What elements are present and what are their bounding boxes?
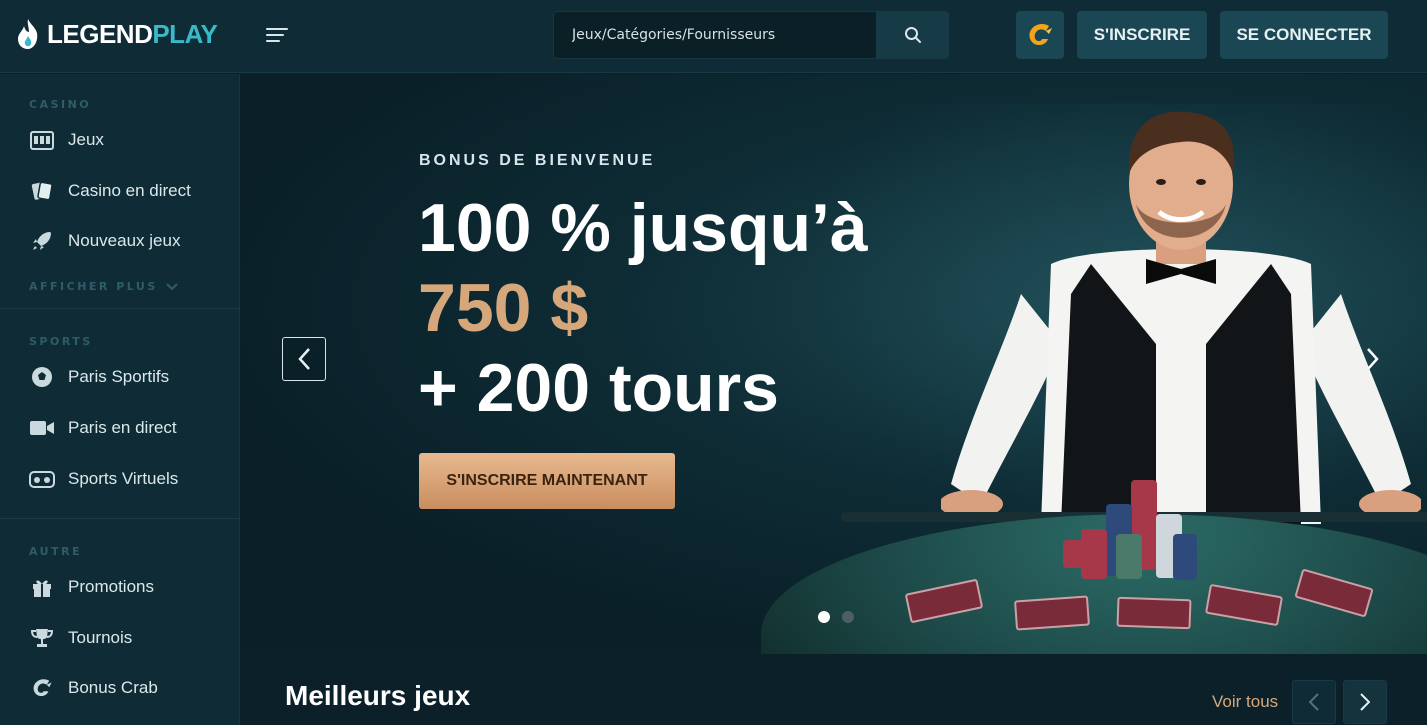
sidebar: CASINO Jeux Casino en direct Nouveaux je… [0, 74, 240, 725]
sidebar-item-games[interactable]: Jeux [0, 118, 239, 162]
sidebar-item-label: Paris Sportifs [68, 367, 170, 386]
sidebar-item-bonus-crab[interactable]: Bonus Crab [0, 666, 239, 710]
carousel-next-button[interactable] [1351, 337, 1395, 381]
top-games-section: Meilleurs jeux Voir tous [241, 654, 1427, 725]
sidebar-item-promotions[interactable]: Promotions [0, 565, 239, 609]
hero-headline: 100 % jusqu’à 750 $ + 200 tours [418, 188, 868, 428]
sidebar-item-label: Sports Virtuels [68, 469, 179, 488]
hero-line-3: + 200 tours [418, 350, 779, 426]
playing-cards-icon [29, 178, 55, 204]
signup-now-button[interactable]: S'INSCRIRE MAINTENANT [419, 453, 675, 509]
rocket-icon [29, 228, 55, 254]
games-prev-button[interactable] [1292, 680, 1336, 724]
sidebar-item-label: Bonus Crab [68, 678, 158, 697]
chevron-right-icon [1367, 348, 1379, 370]
signup-button[interactable]: S'INSCRIRE [1077, 11, 1207, 59]
sidebar-item-label: Casino en direct [68, 181, 191, 200]
video-camera-icon [29, 415, 55, 441]
menu-toggle-button[interactable] [266, 24, 292, 46]
trophy-icon [29, 625, 55, 651]
show-more-label: AFFICHER PLUS [29, 280, 158, 293]
chevron-down-icon [166, 282, 178, 290]
hero-banner: BONUS DE BIENVENUE 100 % jusqu’à 750 $ +… [241, 74, 1427, 654]
playing-card [1116, 596, 1192, 630]
brand-name: LEGENDPLAY [47, 18, 218, 49]
carousel-prev-button[interactable] [282, 337, 326, 381]
section-label-other: AUTRE [29, 545, 83, 558]
section-label-sports: SPORTS [29, 335, 93, 348]
sidebar-item-tournaments[interactable]: Tournois [0, 616, 239, 660]
search-button[interactable] [876, 11, 949, 59]
crab-claw-icon [29, 675, 55, 701]
sidebar-item-label: Tournois [68, 628, 133, 647]
games-next-button[interactable] [1343, 680, 1387, 724]
hero-line-1: 100 % jusqu’à [418, 190, 868, 266]
crab-claw-icon [1029, 24, 1052, 45]
see-all-link[interactable]: Voir tous [1212, 692, 1278, 712]
chevron-left-icon [1309, 693, 1319, 711]
dealer-illustration [941, 111, 1421, 524]
chevron-right-icon [1360, 693, 1370, 711]
slot-machine-icon [29, 127, 55, 153]
show-more-toggle[interactable]: AFFICHER PLUS [29, 280, 178, 293]
sidebar-item-live-casino[interactable]: Casino en direct [0, 169, 239, 213]
divider [0, 308, 239, 309]
sidebar-item-label: Promotions [68, 577, 154, 596]
sidebar-item-label: Paris en direct [68, 418, 177, 437]
gift-icon [29, 574, 55, 600]
chevron-left-icon [298, 348, 310, 370]
search-bar [553, 11, 949, 59]
hero-line-2: 750 $ [418, 270, 589, 346]
logo[interactable]: LEGENDPLAY [15, 16, 218, 52]
vr-headset-icon [29, 466, 55, 492]
search-input[interactable] [553, 11, 876, 59]
top-bar: LEGENDPLAY S'INSCRIRE SE CONNECTER [0, 0, 1427, 73]
carousel-dots [818, 611, 854, 623]
chip-stacks [1063, 480, 1197, 580]
sidebar-item-label: Nouveaux jeux [68, 231, 181, 250]
soccer-ball-icon [29, 364, 55, 390]
section-title: Meilleurs jeux [285, 680, 471, 711]
carousel-dot[interactable] [842, 611, 854, 623]
bonus-crab-button[interactable] [1016, 11, 1064, 59]
divider [0, 518, 239, 519]
hero-subtitle: BONUS DE BIENVENUE [419, 152, 656, 169]
sidebar-item-label: Jeux [68, 130, 104, 149]
sidebar-item-sports-betting[interactable]: Paris Sportifs [0, 355, 239, 399]
section-label-casino: CASINO [29, 98, 92, 111]
playing-card [1014, 595, 1090, 631]
carousel-dot[interactable] [818, 611, 830, 623]
sidebar-item-live-betting[interactable]: Paris en direct [0, 406, 239, 450]
sidebar-item-new-games[interactable]: Nouveaux jeux [0, 219, 239, 263]
login-button[interactable]: SE CONNECTER [1220, 11, 1388, 59]
search-icon [904, 27, 921, 43]
flame-icon [18, 19, 38, 49]
sidebar-item-virtual-sports[interactable]: Sports Virtuels [0, 457, 239, 501]
